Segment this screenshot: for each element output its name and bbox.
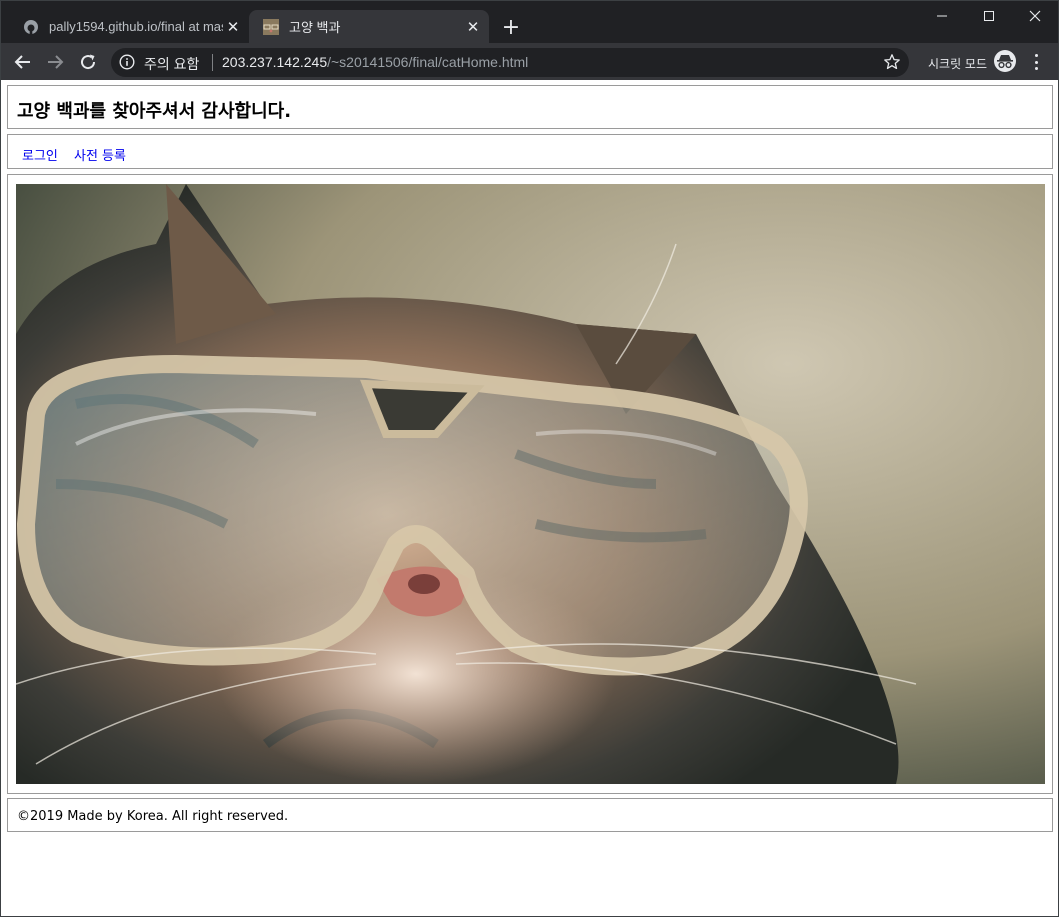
- title-bar: pally1594.github.io/final at mast ✕ 고양 백…: [1, 1, 1058, 43]
- browser-window: pally1594.github.io/final at mast ✕ 고양 백…: [0, 0, 1059, 917]
- incognito-label: 시크릿 모드: [928, 57, 988, 71]
- back-arrow-icon[interactable]: [10, 49, 36, 75]
- nav-section: 로그인 사전 등록: [7, 134, 1053, 169]
- url-host: 203.237.142.245: [222, 54, 328, 70]
- minimize-icon[interactable]: [919, 1, 965, 31]
- close-window-icon[interactable]: [1012, 1, 1058, 31]
- cat-with-glasses-image: [16, 184, 1045, 784]
- security-warning-label[interactable]: 주의 요함: [144, 54, 199, 74]
- url-path: /~s20141506/final/catHome.html: [327, 54, 529, 70]
- tab-github[interactable]: pally1594.github.io/final at mast ✕: [9, 10, 249, 43]
- cat-favicon-icon: [263, 18, 279, 35]
- tab-cat-encyclopedia[interactable]: 고양 백과 ✕: [249, 10, 489, 43]
- close-tab-icon[interactable]: ✕: [223, 17, 243, 37]
- divider: [212, 54, 213, 71]
- bookmark-star-icon[interactable]: [883, 53, 901, 71]
- header-section: 고양 백과를 찾아주셔서 감사합니다.: [7, 85, 1053, 129]
- login-link[interactable]: 로그인: [22, 145, 58, 164]
- github-icon: [23, 19, 39, 35]
- tab-title: pally1594.github.io/final at mast: [49, 19, 223, 34]
- preregister-link[interactable]: 사전 등록: [74, 145, 126, 164]
- image-section: [7, 174, 1053, 794]
- info-icon[interactable]: [119, 54, 135, 70]
- footer-text: ©2019 Made by Korea. All right reserved.: [17, 809, 289, 824]
- page-title: 고양 백과를 찾아주셔서 감사합니다.: [17, 101, 292, 122]
- maximize-icon[interactable]: [966, 1, 1012, 31]
- tab-title: 고양 백과: [289, 20, 341, 35]
- browser-menu-icon[interactable]: [1028, 52, 1044, 72]
- close-tab-icon[interactable]: ✕: [463, 17, 483, 37]
- forward-arrow-icon[interactable]: [42, 49, 68, 75]
- reload-icon[interactable]: [75, 49, 101, 75]
- url-text[interactable]: 203.237.142.245/~s20141506/final/catHome…: [222, 54, 528, 70]
- new-tab-icon[interactable]: +: [499, 15, 523, 40]
- browser-toolbar: 주의 요함 203.237.142.245/~s20141506/final/c…: [1, 43, 1058, 80]
- page-content: 고양 백과를 찾아주셔서 감사합니다. 로그인 사전 등록 ©2019 Made…: [1, 80, 1058, 916]
- footer-section: ©2019 Made by Korea. All right reserved.: [7, 798, 1053, 832]
- address-bar[interactable]: 주의 요함 203.237.142.245/~s20141506/final/c…: [111, 48, 909, 77]
- incognito-icon[interactable]: [994, 50, 1016, 72]
